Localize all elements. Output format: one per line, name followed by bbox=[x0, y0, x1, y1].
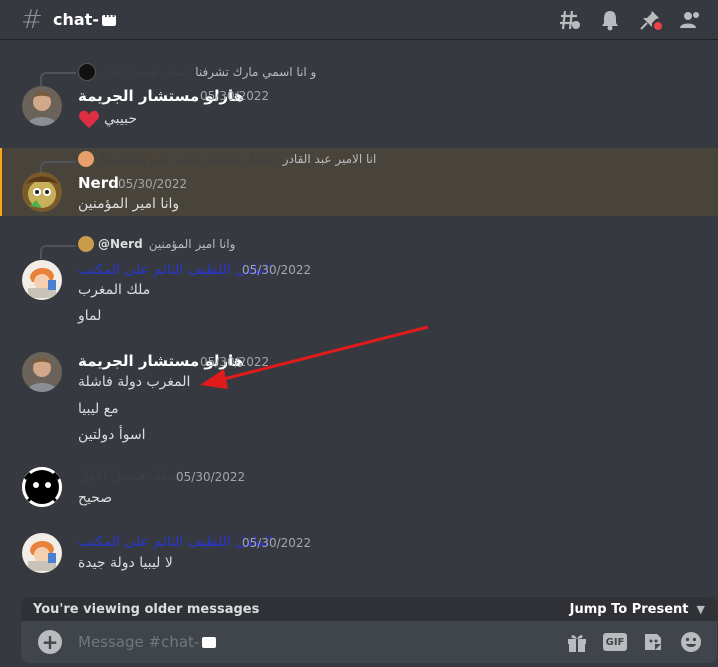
reply-text: وانا امير المؤمنين bbox=[148, 237, 236, 251]
message-item[interactable]: @Nerd وانا امير المؤمنين الطفل اللطيف ال… bbox=[0, 233, 718, 329]
message-item[interactable]: الملك فيصل الأول 05/30/2022 صحيح bbox=[0, 465, 718, 515]
threads-icon[interactable] bbox=[558, 8, 582, 32]
channel-header: # chat- bbox=[0, 0, 718, 40]
bell-icon[interactable] bbox=[598, 8, 622, 32]
message-text: وانا امير المؤمنين bbox=[78, 196, 180, 212]
older-messages-banner: You're viewing older messages Jump To Pr… bbox=[21, 597, 717, 621]
emoji-smile-icon[interactable] bbox=[679, 630, 703, 654]
message-item[interactable]: الطفل اللطيف النائم على المكتب 05/30/202… bbox=[0, 531, 718, 581]
gift-icon[interactable] bbox=[565, 630, 589, 654]
avatar[interactable] bbox=[22, 86, 62, 126]
message-composer: + Message #chat- GIF bbox=[21, 621, 717, 663]
reply-avatar bbox=[78, 236, 94, 252]
message-item[interactable]: الملك فيصل الأول و انا اسمي مارك تشرفنا … bbox=[0, 59, 718, 131]
composer-actions: GIF bbox=[551, 630, 717, 654]
message-list[interactable]: الملك فيصل الأول و انا اسمي مارك تشرفنا … bbox=[0, 41, 718, 597]
pin-icon[interactable] bbox=[638, 8, 664, 32]
avatar[interactable] bbox=[22, 533, 62, 573]
gif-button[interactable]: GIF bbox=[603, 630, 627, 654]
message-timestamp: 05/30/2022 bbox=[176, 470, 246, 484]
chevron-down-icon: ▼ bbox=[696, 602, 705, 616]
reply-preview[interactable]: @الطفل اللطيف النائم على المكتب انا الام… bbox=[78, 151, 376, 167]
message-text: لماو bbox=[78, 308, 102, 324]
attach-plus-button[interactable]: + bbox=[38, 630, 62, 654]
reply-avatar bbox=[78, 151, 94, 167]
avatar[interactable] bbox=[22, 352, 62, 392]
red-arrow-annotation bbox=[200, 325, 429, 389]
sticker-icon[interactable] bbox=[641, 630, 665, 654]
message-timestamp: 05/30/2022 bbox=[242, 263, 312, 277]
reply-avatar bbox=[78, 63, 96, 81]
message-text: صحيح bbox=[78, 490, 113, 506]
speech-bubble-emoji-icon bbox=[202, 637, 217, 648]
message-text: المغرب دولة فاشلة bbox=[78, 374, 191, 390]
header-toolbar bbox=[558, 0, 718, 40]
message-text: مع ليبيا bbox=[78, 401, 119, 417]
pin-notification-dot bbox=[652, 20, 664, 32]
reply-author: @الطفل اللطيف النائم على المكتب bbox=[98, 152, 277, 166]
older-messages-text: You're viewing older messages bbox=[33, 601, 260, 617]
reply-text: و انا اسمي مارك تشرفنا bbox=[195, 65, 317, 79]
jump-to-present-label: Jump To Present bbox=[569, 601, 689, 617]
channel-hash-icon: # bbox=[21, 4, 43, 35]
avatar[interactable] bbox=[22, 467, 62, 507]
channel-title: chat- bbox=[53, 10, 99, 29]
message-username[interactable]: Nerd bbox=[78, 174, 119, 192]
jump-to-present-button[interactable]: Jump To Present ▼ bbox=[570, 602, 705, 617]
message-text: حبيبي bbox=[104, 111, 137, 127]
heart-emoji-icon bbox=[78, 109, 100, 133]
reply-text: انا الامير عبد القادر bbox=[282, 152, 377, 166]
reply-connector bbox=[40, 245, 76, 259]
message-timestamp: 05/30/2022 bbox=[200, 89, 270, 103]
members-icon[interactable] bbox=[678, 8, 702, 32]
speech-bubble-emoji-icon bbox=[101, 9, 116, 26]
message-timestamp: 05/30/2022 bbox=[242, 536, 312, 550]
reply-author: الملك فيصل الأول bbox=[100, 65, 190, 79]
message-text: لا ليبيا دولة جيدة bbox=[78, 555, 173, 571]
message-text: اسوأ دولتين bbox=[78, 427, 146, 443]
message-text: ملك المغرب bbox=[78, 282, 151, 298]
reply-preview[interactable]: @Nerd وانا امير المؤمنين bbox=[78, 236, 235, 252]
avatar[interactable] bbox=[22, 172, 62, 212]
reply-preview[interactable]: الملك فيصل الأول و انا اسمي مارك تشرفنا bbox=[78, 63, 316, 81]
reply-connector bbox=[40, 72, 76, 86]
message-input-placeholder: Message #chat- bbox=[78, 633, 200, 651]
avatar[interactable] bbox=[22, 260, 62, 300]
message-item-mention[interactable]: @الطفل اللطيف النائم على المكتب انا الام… bbox=[0, 148, 718, 216]
gif-label: GIF bbox=[603, 633, 627, 651]
reply-author: @Nerd bbox=[98, 237, 143, 251]
message-timestamp: 05/30/2022 bbox=[118, 177, 188, 191]
message-input[interactable]: Message #chat- bbox=[78, 633, 217, 651]
message-username[interactable]: الملك فيصل الأول bbox=[78, 468, 182, 484]
